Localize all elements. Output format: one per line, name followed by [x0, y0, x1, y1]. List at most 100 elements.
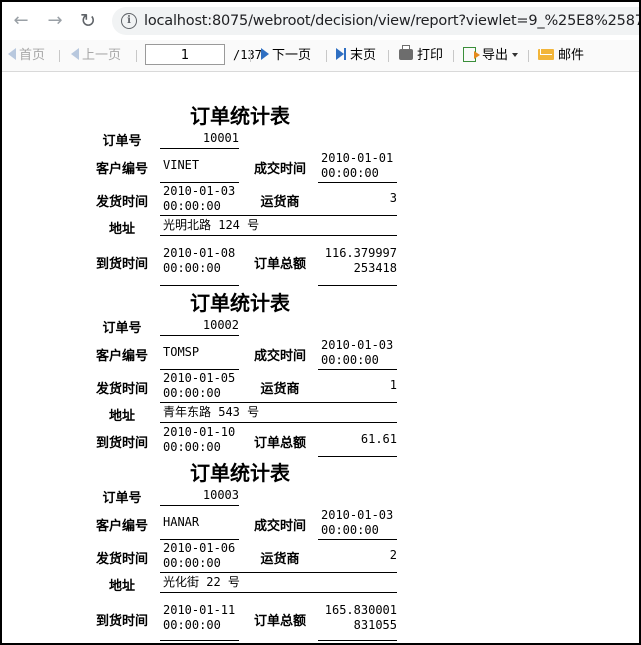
deal-date-value: 2010-01-01 [321, 151, 394, 165]
deal-clock-value: 00:00:00 [321, 353, 379, 367]
ship-clock-value: 00:00:00 [163, 199, 221, 213]
report-body: 订单统计表 订单号 10001 客户编号 VINET 成交时间 2010-01-… [2, 72, 639, 643]
address-value: 光明北路 124 号 [163, 218, 260, 232]
order-id-label: 订单号 [102, 491, 142, 506]
underline [160, 572, 397, 573]
order-id-value: 10002 [202, 318, 239, 332]
export-icon [463, 47, 480, 62]
address-label: 地址 [108, 222, 135, 237]
shipper-value: 1 [389, 378, 397, 392]
toolbar-divider [250, 50, 251, 62]
deal-time-label: 成交时间 [253, 349, 306, 364]
ship-clock-value: 00:00:00 [163, 556, 221, 570]
ship-clock-value: 00:00:00 [163, 386, 221, 400]
customer-id-label: 客户编号 [95, 349, 148, 364]
reload-icon[interactable]: ↻ [77, 10, 99, 32]
arrival-time-label: 到货时间 [95, 614, 148, 629]
order-id-value: 10003 [202, 488, 239, 502]
email-button[interactable]: 邮件 [538, 47, 584, 64]
underline [160, 505, 239, 506]
first-page-button[interactable]: 首页 [8, 47, 45, 64]
ship-time-label: 发货时间 [95, 195, 148, 210]
toolbar-divider [136, 50, 137, 62]
customer-id-label: 客户编号 [95, 519, 148, 534]
address-label: 地址 [108, 409, 135, 424]
last-page-button[interactable]: 末页 [336, 47, 376, 64]
shipper-label: 运货商 [260, 552, 300, 567]
shipper-value: 2 [389, 548, 397, 562]
underline [160, 182, 239, 183]
forward-arrow-icon[interactable]: → [44, 10, 66, 32]
address-bar[interactable]: i localhost:8075/webroot/decision/view/r… [112, 7, 639, 35]
last-page-label: 末页 [350, 48, 377, 63]
ship-date-value: 2010-01-03 [163, 184, 236, 198]
page-total: /137 [233, 48, 262, 62]
report-title: 订单统计表 [190, 291, 290, 315]
export-button[interactable]: 导出 [463, 47, 519, 64]
total-label: 订单总额 [253, 614, 306, 629]
ship-time-label: 发货时间 [95, 382, 148, 397]
order-report: 订单统计表 订单号 10003 客户编号 HANAR 成交时间 2010-01-… [2, 429, 639, 641]
underline [160, 148, 239, 149]
customer-id-value: TOMSP [163, 345, 200, 359]
deal-clock-value: 00:00:00 [321, 523, 379, 537]
underline [160, 369, 239, 370]
customer-id-value: VINET [163, 158, 200, 172]
total-value-line1: 165.830001 [324, 603, 397, 617]
browser-window: ← → ↻ i localhost:8075/webroot/decision/… [0, 0, 641, 645]
underline [160, 592, 397, 593]
report-title: 订单统计表 [190, 461, 290, 485]
order-id-label: 订单号 [102, 134, 142, 149]
address-value: 光化街 22 号 [163, 575, 240, 589]
address-value: 青年东路 543 号 [163, 405, 260, 419]
mail-icon [538, 49, 554, 60]
customer-id-value: HANAR [163, 515, 200, 529]
deal-time-label: 成交时间 [253, 519, 306, 534]
underline [318, 640, 397, 641]
toolbar-divider [326, 50, 327, 62]
underline [160, 402, 397, 403]
underline [160, 335, 239, 336]
total-value-line2: 831055 [353, 618, 397, 632]
order-report: 订单统计表 订单号 10001 客户编号 VINET 成交时间 2010-01-… [2, 72, 639, 286]
deal-date-value: 2010-01-03 [321, 508, 394, 522]
next-page-icon [261, 48, 269, 60]
arrival-date-value: 2010-01-11 [163, 603, 236, 617]
page-number-input[interactable]: 1 [145, 44, 225, 65]
order-id-value: 10001 [202, 131, 239, 145]
printer-icon [399, 45, 413, 60]
export-label: 导出 [482, 48, 509, 63]
underline [160, 235, 397, 236]
underline [318, 369, 397, 370]
last-page-icon [336, 48, 344, 60]
next-page-button[interactable]: 下一页 [261, 47, 311, 64]
last-page-bar-icon [344, 48, 346, 60]
shipper-label: 运货商 [260, 195, 300, 210]
ship-date-value: 2010-01-06 [163, 541, 236, 555]
back-arrow-icon[interactable]: ← [10, 10, 32, 32]
site-info-icon[interactable]: i [121, 13, 137, 29]
underline [318, 182, 397, 183]
arrival-clock-value: 00:00:00 [163, 618, 221, 632]
first-page-icon [8, 48, 16, 60]
prev-page-button[interactable]: 上一页 [71, 47, 121, 64]
order-report: 订单统计表 订单号 10002 客户编号 TOMSP 成交时间 2010-01-… [2, 259, 639, 457]
address-url[interactable]: localhost:8075/webroot/decision/view/rep… [144, 13, 639, 29]
underline [318, 539, 397, 540]
underline [160, 539, 239, 540]
toolbar-divider [59, 50, 60, 62]
next-page-label: 下一页 [272, 48, 312, 63]
deal-date-value: 2010-01-03 [321, 338, 394, 352]
first-page-label: 首页 [19, 48, 46, 63]
deal-clock-value: 00:00:00 [321, 166, 379, 180]
prev-page-label: 上一页 [82, 48, 122, 63]
toolbar-divider [388, 50, 389, 62]
prev-page-icon [71, 48, 79, 60]
browser-toolbar: ← → ↻ i localhost:8075/webroot/decision/… [2, 2, 639, 41]
shipper-label: 运货商 [260, 382, 300, 397]
print-label: 打印 [417, 48, 444, 63]
ship-time-label: 发货时间 [95, 552, 148, 567]
address-label: 地址 [108, 579, 135, 594]
report-title: 订单统计表 [190, 104, 290, 128]
print-button[interactable]: 打印 [399, 45, 444, 64]
